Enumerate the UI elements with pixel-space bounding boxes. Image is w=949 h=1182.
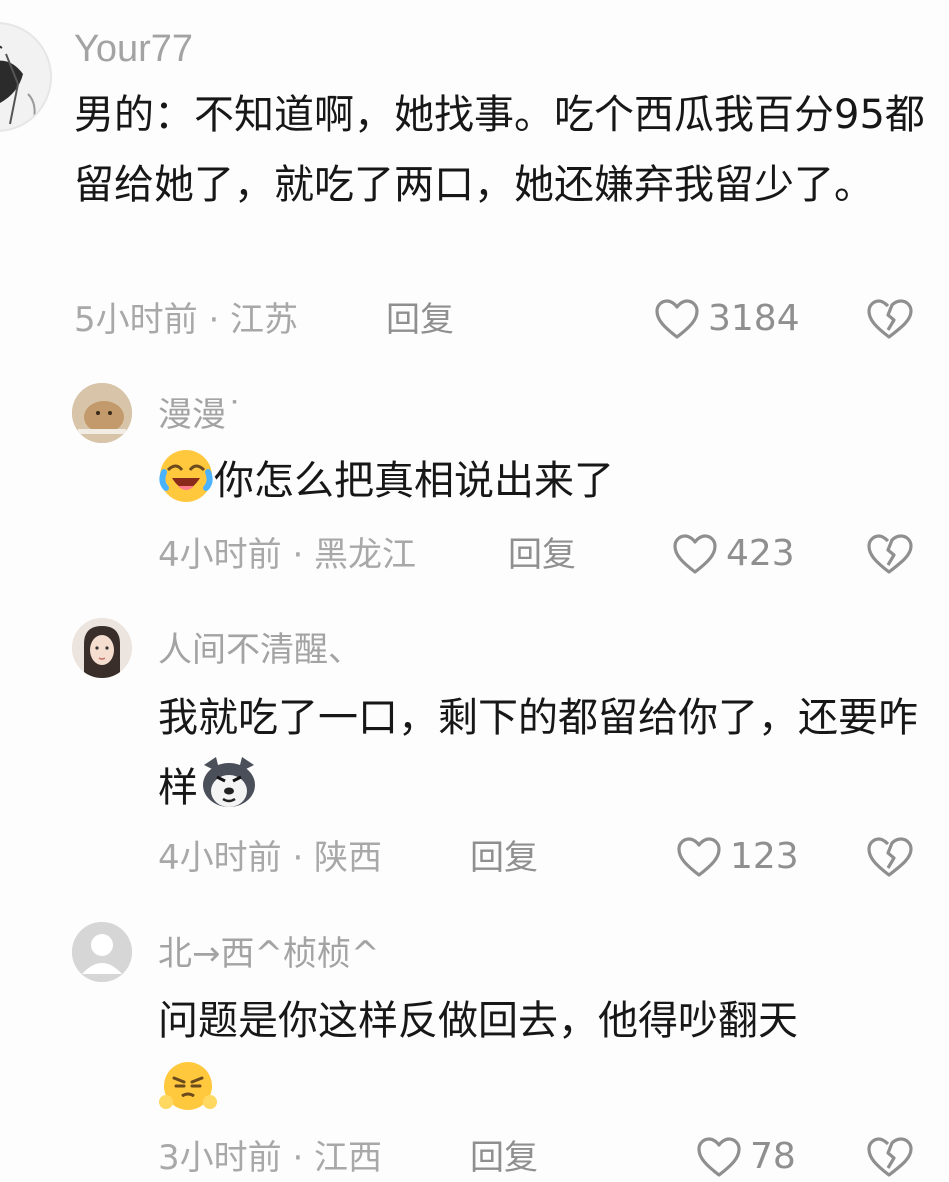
time-location: 4小时前 · 黑龙江 <box>158 535 417 575</box>
like-count: 3184 <box>708 298 800 339</box>
reply-button[interactable]: 回复 <box>508 538 576 572</box>
time-location: 3小时前 · 江西 <box>158 1138 383 1178</box>
heart-outline-icon <box>673 534 717 574</box>
username[interactable]: 漫漫˙ <box>158 398 243 432</box>
comment-text-content: 问题是你这样反做回去，他得吵翻天 <box>158 998 798 1044</box>
husky-dog-emoji <box>198 755 260 833</box>
reply-button[interactable]: 回复 <box>470 1141 538 1175</box>
huffing-emoji <box>158 1058 218 1136</box>
username[interactable]: 北→西^桢桢^ <box>158 937 379 971</box>
heart-outline-icon <box>655 299 699 339</box>
like-button[interactable]: 423 <box>672 533 795 575</box>
comment-text: 我就吃了一口，剩下的都留给你了，还要咋样 <box>158 683 927 833</box>
comment-text-content: 你怎么把真相说出来了 <box>214 458 614 504</box>
time-location: 5小时前 · 江苏 <box>74 300 299 340</box>
like-count: 78 <box>750 1136 796 1177</box>
comment-text: 问题是你这样反做回去，他得吵翻天 <box>158 986 927 1136</box>
broken-heart-icon <box>867 534 913 574</box>
comment-text: 你怎么把真相说出来了 <box>158 446 927 526</box>
username[interactable]: Your77 <box>74 30 193 68</box>
time-location: 4小时前 · 陕西 <box>158 838 383 878</box>
heart-outline-icon <box>677 837 721 877</box>
like-count: 423 <box>726 533 795 574</box>
like-button[interactable]: 3184 <box>654 298 800 340</box>
reply-button[interactable]: 回复 <box>386 303 454 337</box>
broken-heart-icon <box>867 299 913 339</box>
dislike-button[interactable] <box>866 298 914 344</box>
dislike-button[interactable] <box>866 836 914 882</box>
like-button[interactable]: 78 <box>696 1136 796 1178</box>
avatar[interactable] <box>72 383 132 443</box>
heart-outline-icon <box>697 1137 741 1177</box>
broken-heart-icon <box>867 837 913 877</box>
like-button[interactable]: 123 <box>676 836 799 878</box>
avatar[interactable] <box>72 922 132 982</box>
dislike-button[interactable] <box>866 533 914 579</box>
broken-heart-icon <box>867 1137 913 1177</box>
reply-button[interactable]: 回复 <box>470 841 538 875</box>
comment-text: 男的：不知道啊，她找事。吃个西瓜我百分95都留给她了，就吃了两口，她还嫌弃我留少… <box>74 92 925 208</box>
avatar[interactable] <box>72 618 132 678</box>
dislike-button[interactable] <box>866 1136 914 1182</box>
like-count: 123 <box>730 836 799 877</box>
avatar[interactable] <box>0 22 52 132</box>
comment-text-content: 我就吃了一口，剩下的都留给你了，还要咋样 <box>158 695 918 811</box>
laughing-crying-emoji <box>158 448 214 526</box>
username[interactable]: 人间不清醒、 <box>158 633 362 667</box>
